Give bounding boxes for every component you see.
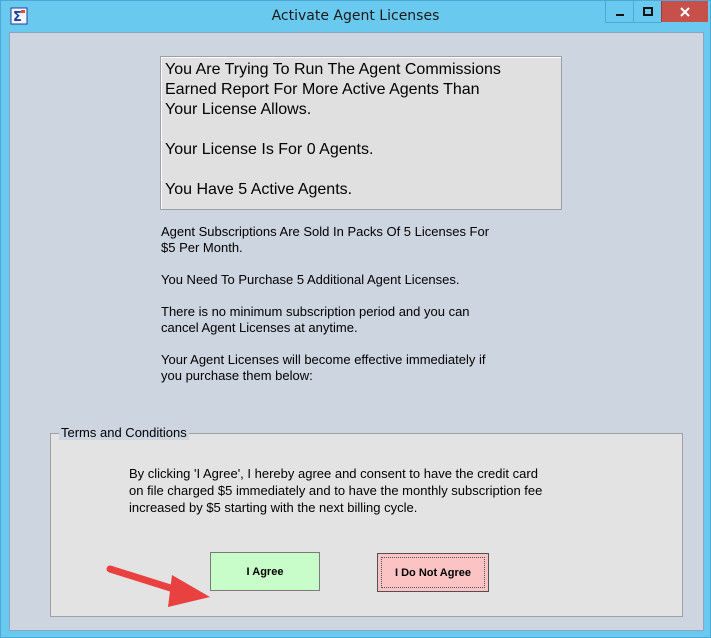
license-count-line: Your License Is For 0 Agents. [165, 141, 374, 158]
license-warning-box: You Are Trying To Run The Agent Commissi… [160, 56, 562, 210]
effective-info-line-2: you purchase them below: [161, 368, 313, 383]
title-bar[interactable]: Σ Activate Agent Licenses [1, 1, 710, 32]
agree-button-label: I Agree [246, 565, 284, 578]
terms-legend: Terms and Conditions [59, 425, 189, 440]
minimize-button[interactable] [605, 1, 633, 23]
warning-line-1: You Are Trying To Run The Agent Commissi… [165, 61, 501, 78]
terms-line-3: increased by $5 starting with the next b… [129, 500, 418, 515]
purchase-needed-line: You Need To Purchase 5 Additional Agent … [161, 272, 460, 287]
pack-info-line-2: $5 Per Month. [161, 240, 243, 255]
do-not-agree-button-label: I Do Not Agree [395, 566, 471, 579]
minimize-icon [615, 13, 624, 16]
annotation-arrow-icon [106, 565, 210, 607]
warning-line-3: Your License Allows. [165, 101, 312, 118]
close-button[interactable] [661, 1, 708, 22]
window-title: Activate Agent Licenses [271, 8, 440, 24]
active-agents-line: You Have 5 Active Agents. [165, 181, 353, 198]
maximize-button[interactable] [633, 1, 661, 23]
maximize-icon [642, 6, 653, 16]
terms-line-2: on file charged $5 immediately and to ha… [129, 483, 543, 498]
effective-info-line-1: Your Agent Licenses will become effectiv… [161, 352, 486, 367]
agree-button[interactable]: I Agree [210, 552, 320, 591]
terms-line-1: By clicking 'I Agree', I hereby agree an… [129, 466, 538, 481]
do-not-agree-button[interactable]: I Do Not Agree [377, 553, 489, 592]
dialog-body: You Are Trying To Run The Agent Commissi… [9, 32, 704, 631]
warning-line-2: Earned Report For More Active Agents Tha… [165, 81, 480, 98]
cancel-info-line-2: cancel Agent Licenses at anytime. [161, 320, 358, 335]
cancel-info-line-1: There is no minimum subscription period … [161, 304, 470, 319]
pack-info-line-1: Agent Subscriptions Are Sold In Packs Of… [161, 224, 490, 239]
terms-text: By clicking 'I Agree', I hereby agree an… [129, 465, 649, 516]
app-window: Σ Activate Agent Licenses You Are Trying… [0, 0, 711, 638]
close-icon [680, 6, 690, 17]
